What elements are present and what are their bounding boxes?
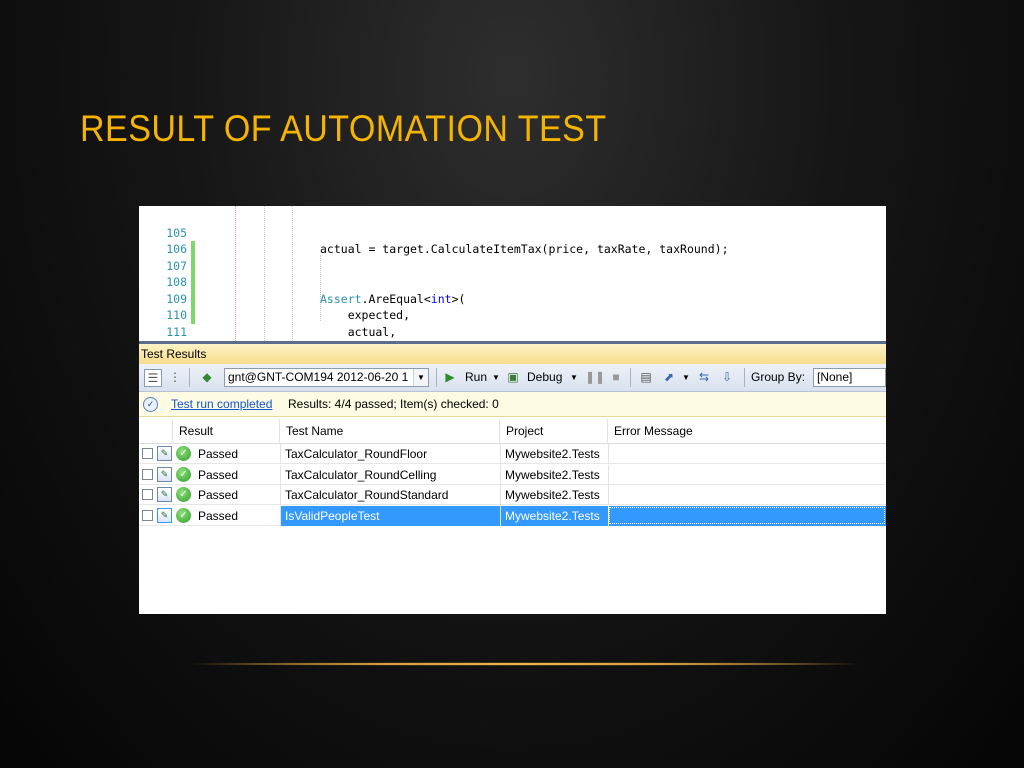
chevron-down-icon[interactable]: ▼ xyxy=(682,369,690,386)
project-cell: Mywebsite2.Tests xyxy=(505,508,600,523)
column-divider xyxy=(500,464,501,485)
column-divider xyxy=(500,485,501,505)
column-header-project[interactable]: Project xyxy=(500,419,608,443)
toolbar-separator xyxy=(630,368,631,387)
test-results-toolbar: ☰ ⋮ ◆ gnt@GNT-COM194 2012-06-20 1 ▼ ▶ Ru… xyxy=(139,364,886,392)
group-by-label: Group By: xyxy=(751,370,806,384)
code-line: 111 ); xyxy=(139,307,886,372)
code-editor[interactable]: 105 actual = target.CalculateItemTax(pri… xyxy=(139,206,886,372)
row-checkbox[interactable] xyxy=(142,489,153,500)
project-cell: Mywebsite2.Tests xyxy=(505,447,600,461)
import-results-icon[interactable]: ⬈ xyxy=(661,369,677,385)
hierarchy-view-icon[interactable]: ⋮ xyxy=(167,369,183,385)
toolbar-separator xyxy=(189,368,190,387)
test-type-icon: ✎ xyxy=(157,487,172,502)
change-marker xyxy=(191,307,195,324)
toolbar-separator xyxy=(744,368,745,387)
check-circle-icon: ✓ xyxy=(143,397,158,412)
code-line: 110 string.Format("Price:{0},Rate:{1}, R… xyxy=(139,290,886,355)
column-header-test-name[interactable]: Test Name xyxy=(280,419,500,443)
result-cell: Passed xyxy=(198,508,239,523)
chevron-down-icon[interactable]: ▼ xyxy=(413,369,428,386)
column-divider xyxy=(280,485,281,505)
column-header-result[interactable]: Result xyxy=(173,419,280,443)
test-run-selector[interactable]: gnt@GNT-COM194 2012-06-20 1 ▼ xyxy=(224,368,429,387)
column-divider xyxy=(608,464,609,485)
test-type-icon: ✎ xyxy=(157,466,172,482)
run-button[interactable]: Run xyxy=(465,369,487,386)
code-line: 108 expected, xyxy=(139,257,886,322)
table-row[interactable]: ✎ ✓ Passed TaxCalculator_RoundStandard M… xyxy=(139,485,886,505)
column-divider xyxy=(608,485,609,505)
group-by-dropdown[interactable]: [None] xyxy=(813,368,886,387)
header-spacer xyxy=(139,419,173,443)
debug-icon[interactable]: ▣ xyxy=(505,369,521,385)
column-divider xyxy=(500,444,501,464)
column-divider xyxy=(280,464,281,485)
debug-button[interactable]: Debug xyxy=(527,369,562,386)
column-divider xyxy=(280,505,281,526)
code-line: 107 Assert.AreEqual<int>( xyxy=(139,241,886,306)
change-marker xyxy=(191,274,195,291)
passed-icon: ✓ xyxy=(176,507,191,523)
toolbar-separator xyxy=(436,368,437,387)
slide-title: RESULT OF AUTOMATION TEST xyxy=(80,108,607,149)
change-marker xyxy=(191,241,195,258)
test-type-icon: ✎ xyxy=(157,507,172,523)
test-run-completed-link[interactable]: Test run completed xyxy=(171,392,272,416)
results-grid-header: Result Test Name Project Error Message xyxy=(139,419,886,444)
project-cell: Mywebsite2.Tests xyxy=(505,467,600,482)
test-name-cell: TaxCalculator_RoundFloor xyxy=(285,447,428,461)
panel-title: Test Results xyxy=(141,347,207,361)
result-cell: Passed xyxy=(198,467,239,482)
code-line: 112 } xyxy=(139,324,886,372)
remove-columns-icon[interactable]: ⇩ xyxy=(719,369,735,385)
add-columns-icon[interactable]: ⇆ xyxy=(696,369,712,385)
code-line: 109 actual, xyxy=(139,274,886,339)
test-type-icon: ✎ xyxy=(157,446,172,461)
test-run-summary: Results: 4/4 passed; Item(s) checked: 0 xyxy=(288,397,499,411)
table-row[interactable]: ✎ ✓ Passed TaxCalculator_RoundCelling My… xyxy=(139,464,886,485)
column-divider xyxy=(280,444,281,464)
table-row[interactable]: ✎ ✓ Passed TaxCalculator_RoundFloor Mywe… xyxy=(139,444,886,464)
result-cell: Passed xyxy=(198,447,239,461)
chevron-down-icon[interactable]: ▼ xyxy=(492,369,500,386)
project-cell: Mywebsite2.Tests xyxy=(505,488,600,502)
decorative-divider xyxy=(190,663,860,665)
pause-icon[interactable]: ❚❚ xyxy=(585,369,605,385)
table-row-selected[interactable]: ✎ ✓ Passed IsValidPeopleTest Mywebsite2.… xyxy=(139,505,886,526)
group-by-value: [None] xyxy=(817,370,853,384)
stop-icon[interactable]: ■ xyxy=(608,369,624,385)
passed-icon: ✓ xyxy=(176,487,191,502)
row-checkbox[interactable] xyxy=(142,468,153,480)
test-run-status-bar: ✓ Test run completed Results: 4/4 passed… xyxy=(139,392,886,417)
test-run-selector-value: gnt@GNT-COM194 2012-06-20 1 xyxy=(228,370,409,384)
column-divider xyxy=(608,444,609,464)
error-message-cell xyxy=(609,506,885,524)
passed-icon: ✓ xyxy=(176,466,191,482)
run-icon[interactable]: ▶ xyxy=(442,369,458,385)
test-name-cell: TaxCalculator_RoundStandard xyxy=(285,488,449,502)
visual-studio-screenshot: 105 actual = target.CalculateItemTax(pri… xyxy=(139,206,886,614)
test-name-cell: IsValidPeopleTest xyxy=(285,508,380,523)
result-cell: Passed xyxy=(198,488,239,502)
passed-icon: ✓ xyxy=(176,446,191,461)
export-results-icon[interactable]: ▤ xyxy=(638,369,654,385)
change-marker xyxy=(191,257,195,274)
row-checkbox[interactable] xyxy=(142,509,153,521)
row-checkbox[interactable] xyxy=(142,448,153,459)
test-results-panel-header: Test Results xyxy=(139,344,886,365)
change-marker xyxy=(191,290,195,307)
test-name-cell: TaxCalculator_RoundCelling xyxy=(285,467,437,482)
list-view-icon[interactable]: ☰ xyxy=(144,369,162,387)
test-run-icon[interactable]: ◆ xyxy=(199,369,215,385)
chevron-down-icon[interactable]: ▼ xyxy=(570,369,578,386)
column-divider xyxy=(500,505,501,526)
code-line: 105 actual = target.CalculateItemTax(pri… xyxy=(139,208,886,257)
column-header-error-message[interactable]: Error Message xyxy=(608,419,886,443)
code-line: 106 xyxy=(139,225,886,256)
